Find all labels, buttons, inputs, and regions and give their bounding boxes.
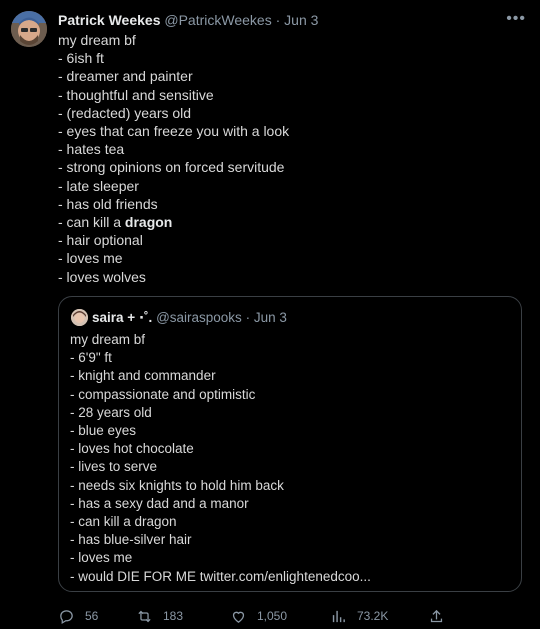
quoted-author-name[interactable]: saira + ⋅˚. [92, 310, 152, 325]
quoted-line: - loves hot chocolate [70, 441, 194, 457]
quoted-line: - would DIE FOR ME twitter.com/enlighten… [70, 568, 371, 584]
quoted-line: - knight and commander [70, 368, 216, 384]
quoted-intro: my dream bf [70, 332, 146, 347]
share-icon [430, 609, 443, 622]
meta-separator: · [271, 12, 285, 28]
tweet-line: - (redacted) years old [58, 104, 192, 121]
quoted-line: - compassionate and optimistic [70, 386, 256, 402]
tweet-line: - loves me [58, 250, 123, 267]
quoted-author-handle[interactable]: @sairaspooks [156, 310, 242, 325]
quoted-line: - loves me [70, 550, 133, 566]
analytics-count: 73.2K [357, 609, 389, 623]
quoted-date[interactable]: Jun 3 [254, 310, 287, 325]
tweet-line: - hair optional [58, 232, 143, 249]
quoted-line: - can kill a dragon [70, 514, 177, 530]
quoted-meta-separator: · [241, 310, 254, 325]
tweet-line: - has old friends [58, 195, 158, 212]
heart-icon [232, 611, 245, 623]
analytics-button[interactable]: 73.2K [330, 606, 388, 626]
tweet-line: - thoughtful and sensitive [58, 86, 214, 103]
quoted-line: - has a sexy dad and a manor [70, 495, 249, 511]
like-button[interactable]: 1,050 [230, 606, 287, 626]
retweet-button[interactable]: 183 [136, 606, 183, 626]
quoted-tweet[interactable]: saira + ⋅˚. @sairaspooks · Jun 3 my drea… [58, 296, 522, 592]
tweet-body: my dream bf - 6ish ft - dreamer and pain… [58, 31, 518, 286]
like-count: 1,050 [257, 609, 288, 623]
dragon-word: dragon [124, 214, 173, 231]
quoted-body: my dream bf - 6'9" ft - knight and comma… [70, 331, 510, 586]
reply-count: 56 [85, 609, 99, 623]
more-icon[interactable]: ••• [506, 10, 526, 28]
quoted-header: saira + ⋅˚. @sairaspooks · Jun 3 [92, 309, 287, 326]
dragon-prefix: - can kill a [58, 214, 125, 231]
author-handle[interactable]: @PatrickWeekes [164, 12, 271, 28]
reply-button[interactable]: 56 [58, 606, 98, 626]
tweet-line: - hates tea [58, 141, 125, 158]
tweet-actions: 56 183 1,050 73.2K [58, 606, 458, 626]
author-avatar[interactable] [11, 11, 47, 47]
tweet-line: - late sleeper [58, 177, 139, 194]
tweet-date[interactable]: Jun 3 [284, 12, 318, 28]
tweet-intro: my dream bf [58, 32, 136, 48]
author-name[interactable]: Patrick Weekes [58, 12, 160, 28]
reply-icon [60, 609, 73, 624]
tweet-line-dragon: - can kill a dragon [58, 213, 518, 231]
tweet-line: - dreamer and painter [58, 68, 193, 85]
retweet-icon [138, 610, 151, 622]
share-button[interactable] [428, 606, 455, 626]
quoted-line: - 6'9" ft [70, 350, 112, 366]
quoted-line: - blue eyes [70, 423, 137, 439]
analytics-icon [332, 610, 345, 622]
quoted-author-avatar[interactable] [71, 309, 88, 326]
tweet-line: - eyes that can freeze you with a look [58, 123, 290, 140]
tweet-line: - loves wolves [58, 268, 146, 285]
tweet-line: - strong opinions on forced servitude [58, 159, 285, 176]
tweet-line: - 6ish ft [58, 50, 104, 67]
quoted-line: - lives to serve [70, 459, 158, 475]
tweet[interactable]: Patrick Weekes @PatrickWeekes · Jun 3 ••… [0, 0, 540, 629]
quoted-line: - 28 years old [70, 404, 152, 420]
quoted-line: - needs six knights to hold him back [70, 477, 284, 493]
tweet-header: Patrick Weekes @PatrickWeekes · Jun 3 [58, 11, 526, 31]
quoted-line: - has blue-silver hair [70, 532, 192, 548]
retweet-count: 183 [163, 609, 184, 623]
